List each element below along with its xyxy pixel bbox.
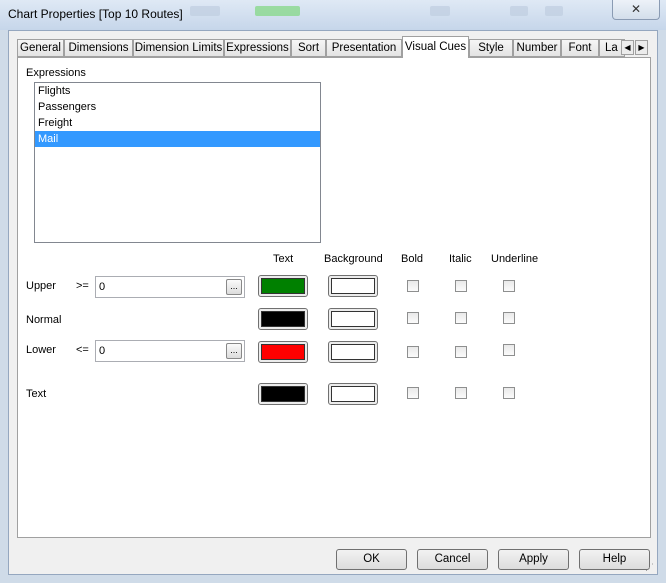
tab-presentation[interactable]: Presentation [326,39,402,57]
background-blur [430,6,450,16]
normal-bold-checkbox[interactable] [407,312,419,324]
tab-font[interactable]: Font [561,39,599,57]
tab-sort[interactable]: Sort [291,39,326,57]
background-blur [545,6,563,16]
column-header-underline: Underline [491,253,539,265]
upper-underline-checkbox[interactable] [503,280,515,292]
upper-italic-checkbox[interactable] [455,280,467,292]
list-item-selected[interactable]: Mail [35,131,320,147]
lower-operator: <= [76,344,89,356]
normal-italic-checkbox[interactable] [455,312,467,324]
column-header-background: Background [324,253,383,265]
lower-underline-checkbox[interactable] [503,344,515,356]
lower-bold-checkbox[interactable] [407,346,419,358]
upper-background-swatch [331,278,375,294]
ok-button[interactable]: OK [336,549,407,570]
column-header-text: Text [273,253,294,265]
normal-label: Normal [26,314,62,326]
chevron-right-icon: ▶ [638,43,645,52]
tab-number[interactable]: Number [513,39,561,57]
tab-dimensions[interactable]: Dimensions [64,39,133,57]
text-row-bold-checkbox[interactable] [407,387,419,399]
chevron-left-icon: ◀ [624,43,631,52]
cancel-button[interactable]: Cancel [417,549,488,570]
column-header-italic: Italic [449,253,472,265]
lower-text-color-button[interactable] [258,341,308,363]
expressions-list[interactable]: Flights Passengers Freight Mail [34,82,321,243]
list-item[interactable]: Freight [35,115,320,131]
window-title: Chart Properties [Top 10 Routes] [8,7,183,21]
lower-label: Lower [26,344,56,356]
dialog-body: General Dimensions Dimension Limits Expr… [8,30,658,575]
column-header-bold: Bold [401,253,424,265]
normal-background-swatch [331,311,375,327]
upper-bold-checkbox[interactable] [407,280,419,292]
text-row-italic-checkbox[interactable] [455,387,467,399]
tab-general[interactable]: General [17,39,64,57]
text-row-label: Text [26,388,47,400]
text-row-background-swatch [331,386,375,402]
upper-text-color-button[interactable] [258,275,308,297]
normal-text-color-button[interactable] [258,308,308,330]
help-button[interactable]: Help [579,549,650,570]
text-row-text-swatch [261,386,305,402]
tab-scroll-right-button[interactable]: ▶ [635,40,648,55]
lower-value-field[interactable]: 0 ... [95,340,245,362]
title-bar: Chart Properties [Top 10 Routes] ✕ [0,0,666,30]
close-button[interactable]: ✕ [612,0,660,20]
lower-background-color-button[interactable] [328,341,378,363]
lower-background-swatch [331,344,375,360]
upper-label: Upper [26,280,56,292]
background-blur [190,6,220,16]
upper-operator: >= [76,280,89,292]
background-blur [255,6,300,16]
apply-button[interactable]: Apply [498,549,569,570]
normal-background-color-button[interactable] [328,308,378,330]
upper-background-color-button[interactable] [328,275,378,297]
normal-underline-checkbox[interactable] [503,312,515,324]
lower-value: 0 [99,345,106,357]
upper-expression-button[interactable]: ... [226,279,242,295]
upper-text-swatch [261,278,305,294]
visual-cues-panel: Expressions Flights Passengers Freight M… [17,57,651,538]
list-item[interactable]: Passengers [35,99,320,115]
text-row-underline-checkbox[interactable] [503,387,515,399]
upper-value: 0 [99,281,106,293]
text-row-text-color-button[interactable] [258,383,308,405]
lower-expression-button[interactable]: ... [226,343,242,359]
normal-text-swatch [261,311,305,327]
tab-scroll-left-button[interactable]: ◀ [621,40,634,55]
resize-grip-icon[interactable]: ⋰ [645,562,655,572]
lower-text-swatch [261,344,305,360]
tab-dimension-limits[interactable]: Dimension Limits [133,39,224,57]
tab-visual-cues[interactable]: Visual Cues [402,36,469,58]
lower-italic-checkbox[interactable] [455,346,467,358]
upper-value-field[interactable]: 0 ... [95,276,245,298]
tab-expressions[interactable]: Expressions [224,39,291,57]
expressions-label: Expressions [26,67,86,79]
background-blur [510,6,528,16]
tab-style[interactable]: Style [469,39,513,57]
text-row-background-color-button[interactable] [328,383,378,405]
close-icon: ✕ [630,2,642,16]
list-item[interactable]: Flights [35,83,320,99]
